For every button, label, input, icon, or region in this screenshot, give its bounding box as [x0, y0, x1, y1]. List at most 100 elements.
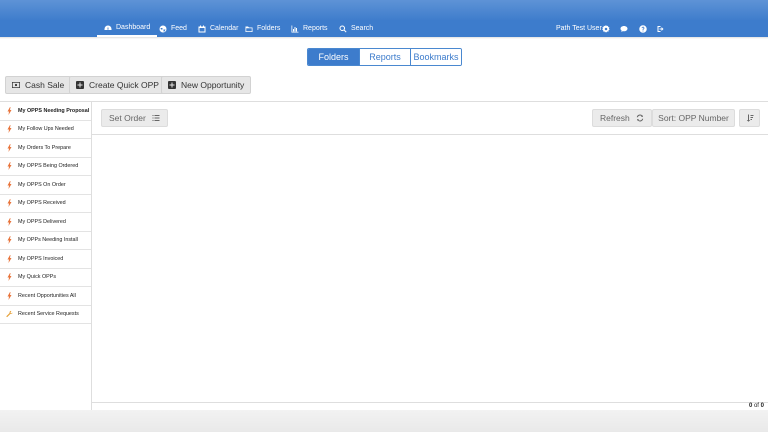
sidebar-item-opps-received[interactable]: My OPPS Received	[0, 195, 91, 213]
folder-sidebar: My OPPS Needing Proposal My Follow Ups N…	[0, 102, 91, 324]
nav-label: Dashboard	[116, 24, 151, 31]
bolt-icon	[7, 125, 12, 134]
sidebar-item-opps-invoiced[interactable]: My OPPS Invoiced	[0, 250, 91, 269]
sidebar-item-label: My OPPS On Order	[18, 181, 66, 188]
pagination-count: 0 of 0	[749, 403, 764, 409]
list-footer-divider	[91, 402, 768, 403]
pagination-current: 0	[748, 403, 753, 409]
sidebar-item-follow-ups-needed[interactable]: My Follow Ups Needed	[0, 121, 91, 139]
sidebar-item-label: Recent Service Requests	[18, 311, 79, 318]
bar-chart-icon	[291, 25, 299, 32]
sidebar-item-label: My OPPS Delivered	[18, 218, 66, 225]
nav-search[interactable]: Search	[339, 20, 373, 37]
bolt-icon	[7, 143, 12, 152]
nav-logout[interactable]	[657, 20, 665, 37]
bolt-icon	[7, 199, 12, 208]
sidebar-item-recent-opportunities-all[interactable]: Recent Opportunities All	[0, 287, 91, 306]
sidebar-item-label: My OPPS Needing Proposal	[18, 107, 90, 114]
refresh-icon	[636, 114, 643, 122]
footer-bar	[0, 410, 768, 432]
bolt-icon	[7, 254, 12, 263]
sidebar-item-label: Recent Opportunities All	[18, 292, 76, 299]
sidebar-divider	[91, 102, 92, 410]
chat-icon	[620, 25, 628, 33]
tab-bookmarks[interactable]: Bookmarks	[410, 49, 461, 65]
tab-reports[interactable]: Reports	[359, 49, 410, 65]
sidebar-item-opps-on-order[interactable]: My OPPS On Order	[0, 176, 91, 195]
plus-square-icon	[168, 81, 176, 89]
wrench-icon	[6, 311, 13, 318]
nav-settings[interactable]	[602, 20, 610, 37]
nav-label: Folders	[257, 25, 281, 32]
dashboard-icon	[104, 25, 112, 30]
new-opportunity-button[interactable]: New Opportunity	[161, 76, 252, 94]
toolbar-divider	[91, 134, 768, 135]
new-opportunity-label: New Opportunity	[181, 80, 245, 90]
folder-icon	[245, 26, 253, 32]
nav-help[interactable]	[639, 20, 647, 37]
bolt-icon	[7, 217, 12, 226]
content-top-divider	[0, 101, 768, 102]
user-name-label: Path Test User	[556, 25, 602, 32]
nav-label: Search	[351, 25, 374, 32]
view-switcher: Folders Reports Bookmarks	[307, 48, 462, 66]
pagination-total: 0	[760, 403, 764, 409]
sidebar-item-label: My OPPS Invoiced	[18, 255, 64, 262]
gear-icon	[602, 24, 610, 33]
bolt-icon	[7, 291, 12, 300]
sidebar-item-recent-service-requests[interactable]: Recent Service Requests	[0, 306, 91, 324]
nav-folders[interactable]: Folders	[245, 20, 280, 37]
sidebar-item-orders-to-prepare[interactable]: My Orders To Prepare	[0, 139, 91, 158]
nav-dashboard[interactable]: Dashboard	[97, 20, 158, 37]
plus-square-icon	[76, 81, 84, 89]
globe-icon	[159, 25, 167, 32]
nav-calendar[interactable]: Calendar	[198, 20, 238, 37]
logout-icon	[657, 25, 665, 33]
bolt-icon	[7, 236, 12, 245]
nav-feed[interactable]: Feed	[159, 20, 187, 37]
sort-label: Sort: OPP Number	[658, 113, 729, 123]
create-quick-opp-label: Create Quick OPP	[89, 80, 159, 90]
search-icon	[339, 24, 347, 32]
sidebar-item-label: My Follow Ups Needed	[18, 126, 74, 133]
sidebar-item-opps-delivered[interactable]: My OPPS Delivered	[0, 213, 91, 232]
sidebar-item-opps-needing-install[interactable]: My OPPs Needing Install	[0, 232, 91, 250]
list-icon	[152, 115, 160, 121]
navbar-shadow	[0, 37, 768, 39]
nav-label: Calendar	[210, 25, 239, 32]
bolt-icon	[7, 180, 12, 189]
set-order-label: Set Order	[109, 113, 146, 123]
nav-label: Reports	[303, 25, 328, 32]
sidebar-item-label: My OPPs Needing Install	[18, 237, 78, 244]
nav-reports[interactable]: Reports	[291, 20, 328, 37]
sort-desc-icon	[746, 114, 753, 122]
refresh-button[interactable]: Refresh	[592, 109, 652, 127]
sidebar-item-label: My OPPS Being Ordered	[18, 163, 79, 170]
bolt-icon	[7, 273, 12, 282]
create-quick-opp-button[interactable]: Create Quick OPP	[69, 76, 166, 94]
bolt-icon	[7, 162, 12, 171]
pagination-of: of	[753, 403, 759, 409]
sidebar-item-quick-opps[interactable]: My Quick OPPs	[0, 269, 91, 287]
sidebar-item-label: My Quick OPPs	[18, 274, 57, 281]
help-icon	[639, 24, 647, 33]
top-banner	[0, 0, 768, 20]
tab-folders[interactable]: Folders	[308, 49, 359, 65]
bolt-icon	[7, 106, 12, 115]
sidebar-item-opps-needing-proposal[interactable]: My OPPS Needing Proposal	[0, 102, 91, 121]
sidebar-item-opps-being-ordered[interactable]: My OPPS Being Ordered	[0, 158, 91, 176]
sidebar-item-label: My OPPS Received	[18, 200, 66, 207]
cash-sale-label: Cash Sale	[25, 80, 65, 90]
money-icon	[12, 81, 20, 89]
nav-label: Feed	[171, 25, 187, 32]
set-order-button[interactable]: Set Order	[101, 109, 168, 127]
sidebar-item-label: My Orders To Prepare	[18, 144, 71, 151]
user-name[interactable]: Path Test User	[556, 20, 602, 37]
sort-direction-button[interactable]	[739, 109, 760, 127]
refresh-label: Refresh	[600, 113, 630, 123]
main-navbar: Dashboard Feed Calendar Folders Reports …	[0, 20, 768, 37]
calendar-icon	[198, 25, 206, 32]
cash-sale-button[interactable]: Cash Sale	[5, 76, 72, 94]
nav-chat[interactable]	[620, 20, 628, 37]
sort-button[interactable]: Sort: OPP Number	[652, 109, 735, 127]
